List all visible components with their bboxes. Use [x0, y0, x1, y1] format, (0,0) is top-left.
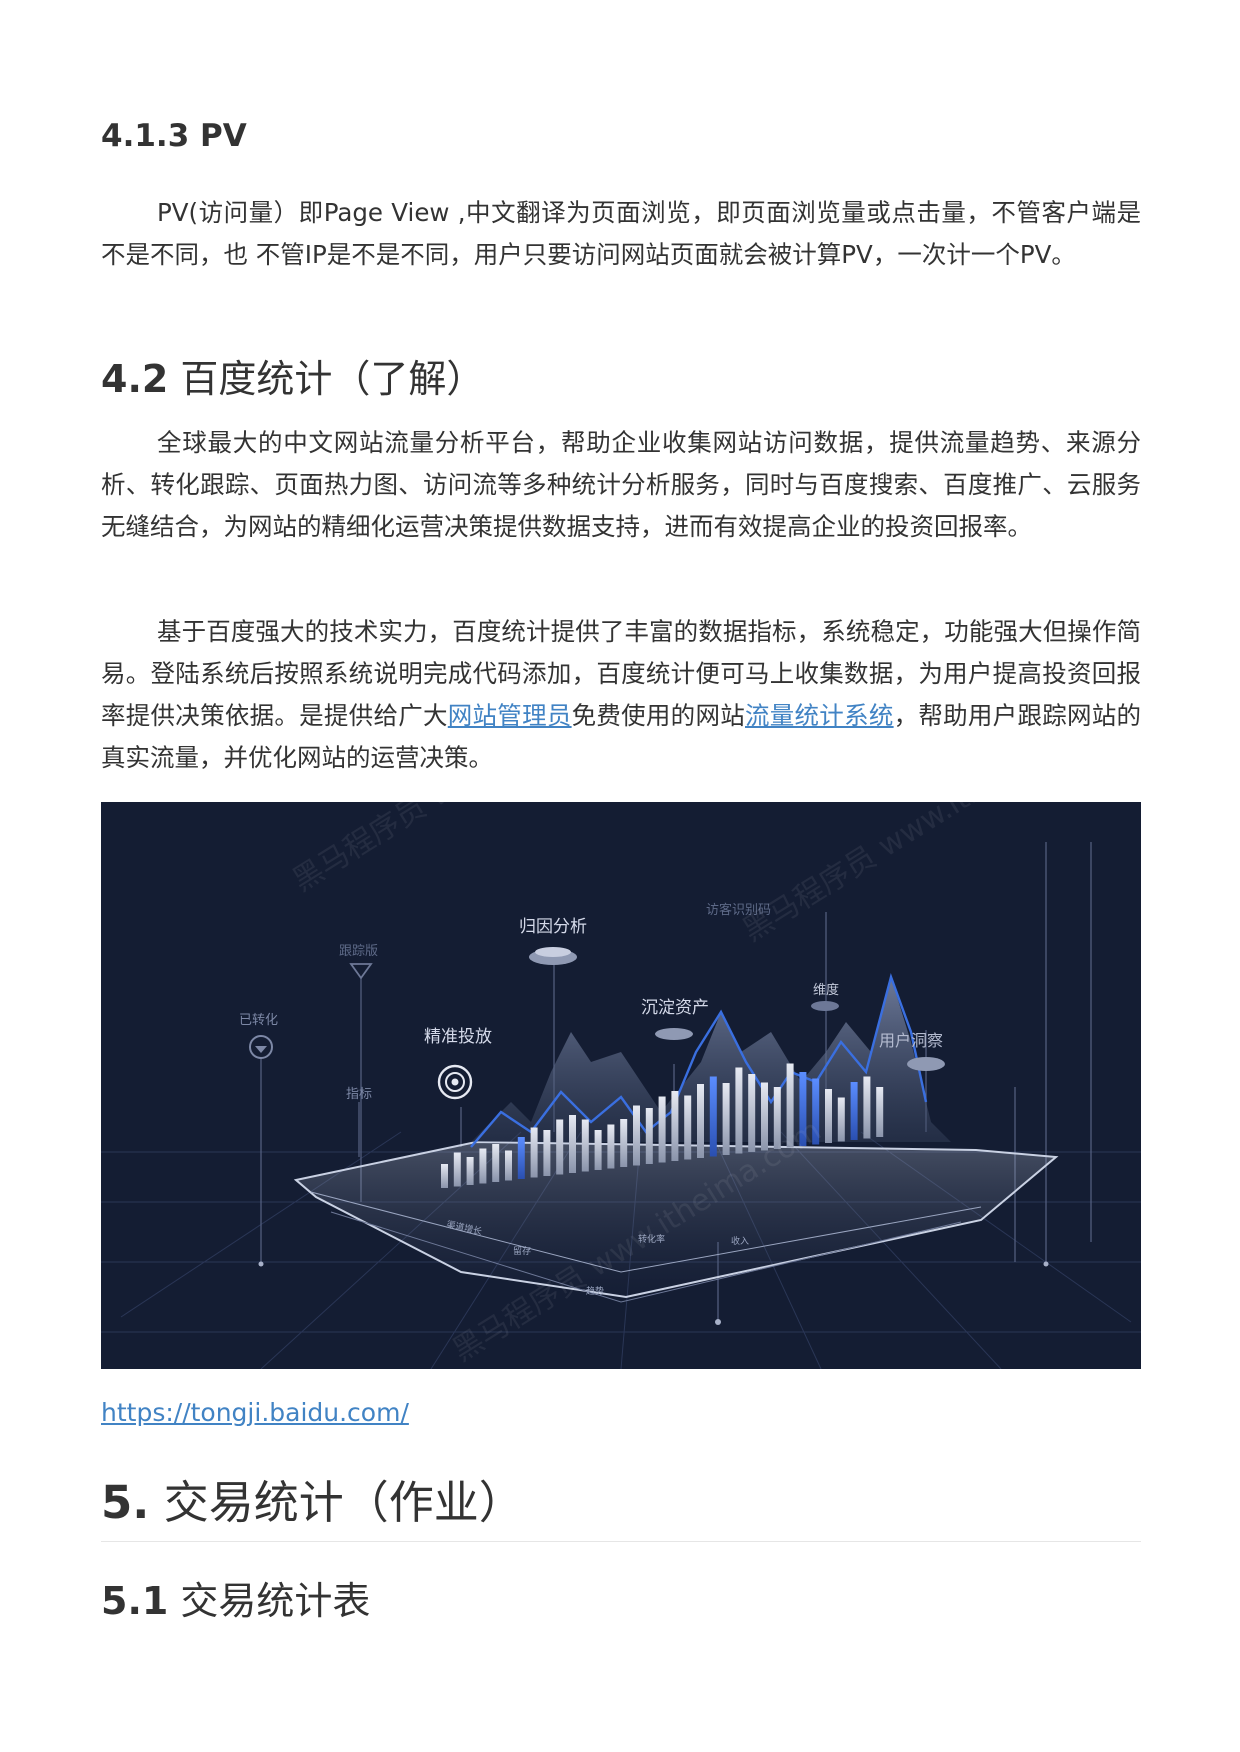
- label-assets: 沉淀资产: [641, 998, 709, 1018]
- hero-bar: [441, 1164, 448, 1188]
- svg-text:黑马程序员 www.itheima.com: 黑马程序员 www.itheima.com: [737, 802, 1118, 949]
- label-retain: 留存: [513, 1245, 531, 1257]
- converted-beacon-icon: [249, 1035, 273, 1059]
- hero-bar: [735, 1067, 743, 1154]
- hero-bar: [633, 1105, 640, 1166]
- section-divider: [101, 1541, 1141, 1542]
- hero-bar: [748, 1074, 756, 1152]
- hero-bar: [850, 1082, 858, 1140]
- hero-bar: [825, 1089, 832, 1143]
- tongji-url-link[interactable]: https://tongji.baidu.com/: [101, 1398, 409, 1427]
- section-4-1-3-heading: 4.1.3 PV: [101, 118, 247, 154]
- label-precise: 精准投放: [424, 1027, 492, 1047]
- webmaster-link[interactable]: 网站管理员: [448, 701, 572, 730]
- baidu-intro-paragraph: 全球最大的中文网站流量分析平台，帮助企业收集网站访问数据，提供流量趋势、来源分析…: [101, 428, 1141, 541]
- url-paragraph: https://tongji.baidu.com/: [101, 1398, 409, 1427]
- section-title: 交易统计（作业）: [163, 1476, 524, 1529]
- section-title: 百度统计（了解）: [180, 357, 485, 401]
- hero-bar: [658, 1096, 666, 1163]
- traffic-stats-link[interactable]: 流量统计系统: [745, 701, 894, 730]
- pv-paragraph: PV(访问量）即Page View ,中文翻译为页面浏览，即页面浏览量或点击量，…: [101, 198, 1141, 269]
- baidu-feature-paragraph: 基于百度强大的技术实力，百度统计提供了丰富的数据指标，系统稳定，功能强大但操作简…: [101, 611, 1141, 779]
- hero-bar: [594, 1130, 602, 1170]
- hero-bar: [837, 1097, 845, 1142]
- baidu-analytics-hero-image: 归因分析 访客识别码 跟踪版 精准投放 沉淀资产 维度 已转化 用户洞察 指标 …: [101, 802, 1141, 1369]
- label-tracking: 跟踪版: [339, 944, 378, 959]
- section-5-1-heading: 5.1 交易统计表: [101, 1570, 370, 1625]
- hero-bar: [543, 1130, 551, 1176]
- attribution-beacon-icon: [529, 947, 577, 965]
- hero-bar: [607, 1124, 615, 1169]
- hero-bar: [671, 1091, 679, 1161]
- paragraph-text: 免费使用的网站: [571, 701, 745, 730]
- hero-bar: [722, 1083, 730, 1155]
- hero-bar: [556, 1119, 564, 1175]
- section-number: 5.: [101, 1476, 150, 1529]
- hero-bar: [876, 1087, 884, 1137]
- section-number: 4.2: [101, 357, 169, 401]
- hero-bar: [697, 1084, 704, 1158]
- hero-bar: [530, 1127, 538, 1178]
- dimension-beacon-icon: [811, 1001, 839, 1011]
- hero-bar: [517, 1137, 525, 1179]
- tracking-diamond-icon: [349, 963, 373, 980]
- hero-bar: [645, 1108, 653, 1164]
- hero-bar: [479, 1148, 487, 1184]
- hero-bar: [569, 1115, 576, 1173]
- hero-bar: [709, 1076, 717, 1157]
- section-number: 5.1: [101, 1579, 169, 1623]
- hero-bar: [684, 1095, 692, 1160]
- label-income: 收入: [731, 1235, 749, 1247]
- hero-bar: [466, 1157, 474, 1185]
- hero-bar: [453, 1152, 461, 1187]
- label-metric: 指标: [346, 1087, 372, 1102]
- label-insight: 用户洞察: [879, 1031, 943, 1050]
- section-title: 交易统计表: [180, 1579, 371, 1623]
- hero-bar: [492, 1144, 500, 1182]
- section-5-heading: 5. 交易统计（作业）: [101, 1466, 524, 1531]
- hero-bar: [620, 1119, 628, 1167]
- svg-text:黑马程序员 www.itheima.com: 黑马程序员 www.itheima.com: [287, 802, 668, 899]
- hero-bar: [581, 1119, 589, 1172]
- section-4-2-heading: 4.2 百度统计（了解）: [101, 348, 484, 403]
- label-attribution: 归因分析: [519, 917, 587, 937]
- label-converted: 已转化: [239, 1013, 278, 1028]
- precise-target-icon: [437, 1064, 473, 1100]
- insight-beacon-icon: [907, 1057, 945, 1071]
- hero-bar: [505, 1150, 512, 1181]
- label-dimension: 维度: [813, 982, 839, 998]
- assets-beacon-icon: [655, 1028, 693, 1040]
- hero-bar: [863, 1076, 871, 1139]
- hero-illustration: 归因分析 访客识别码 跟踪版 精准投放 沉淀资产 维度 已转化 用户洞察 指标 …: [101, 802, 1141, 1369]
